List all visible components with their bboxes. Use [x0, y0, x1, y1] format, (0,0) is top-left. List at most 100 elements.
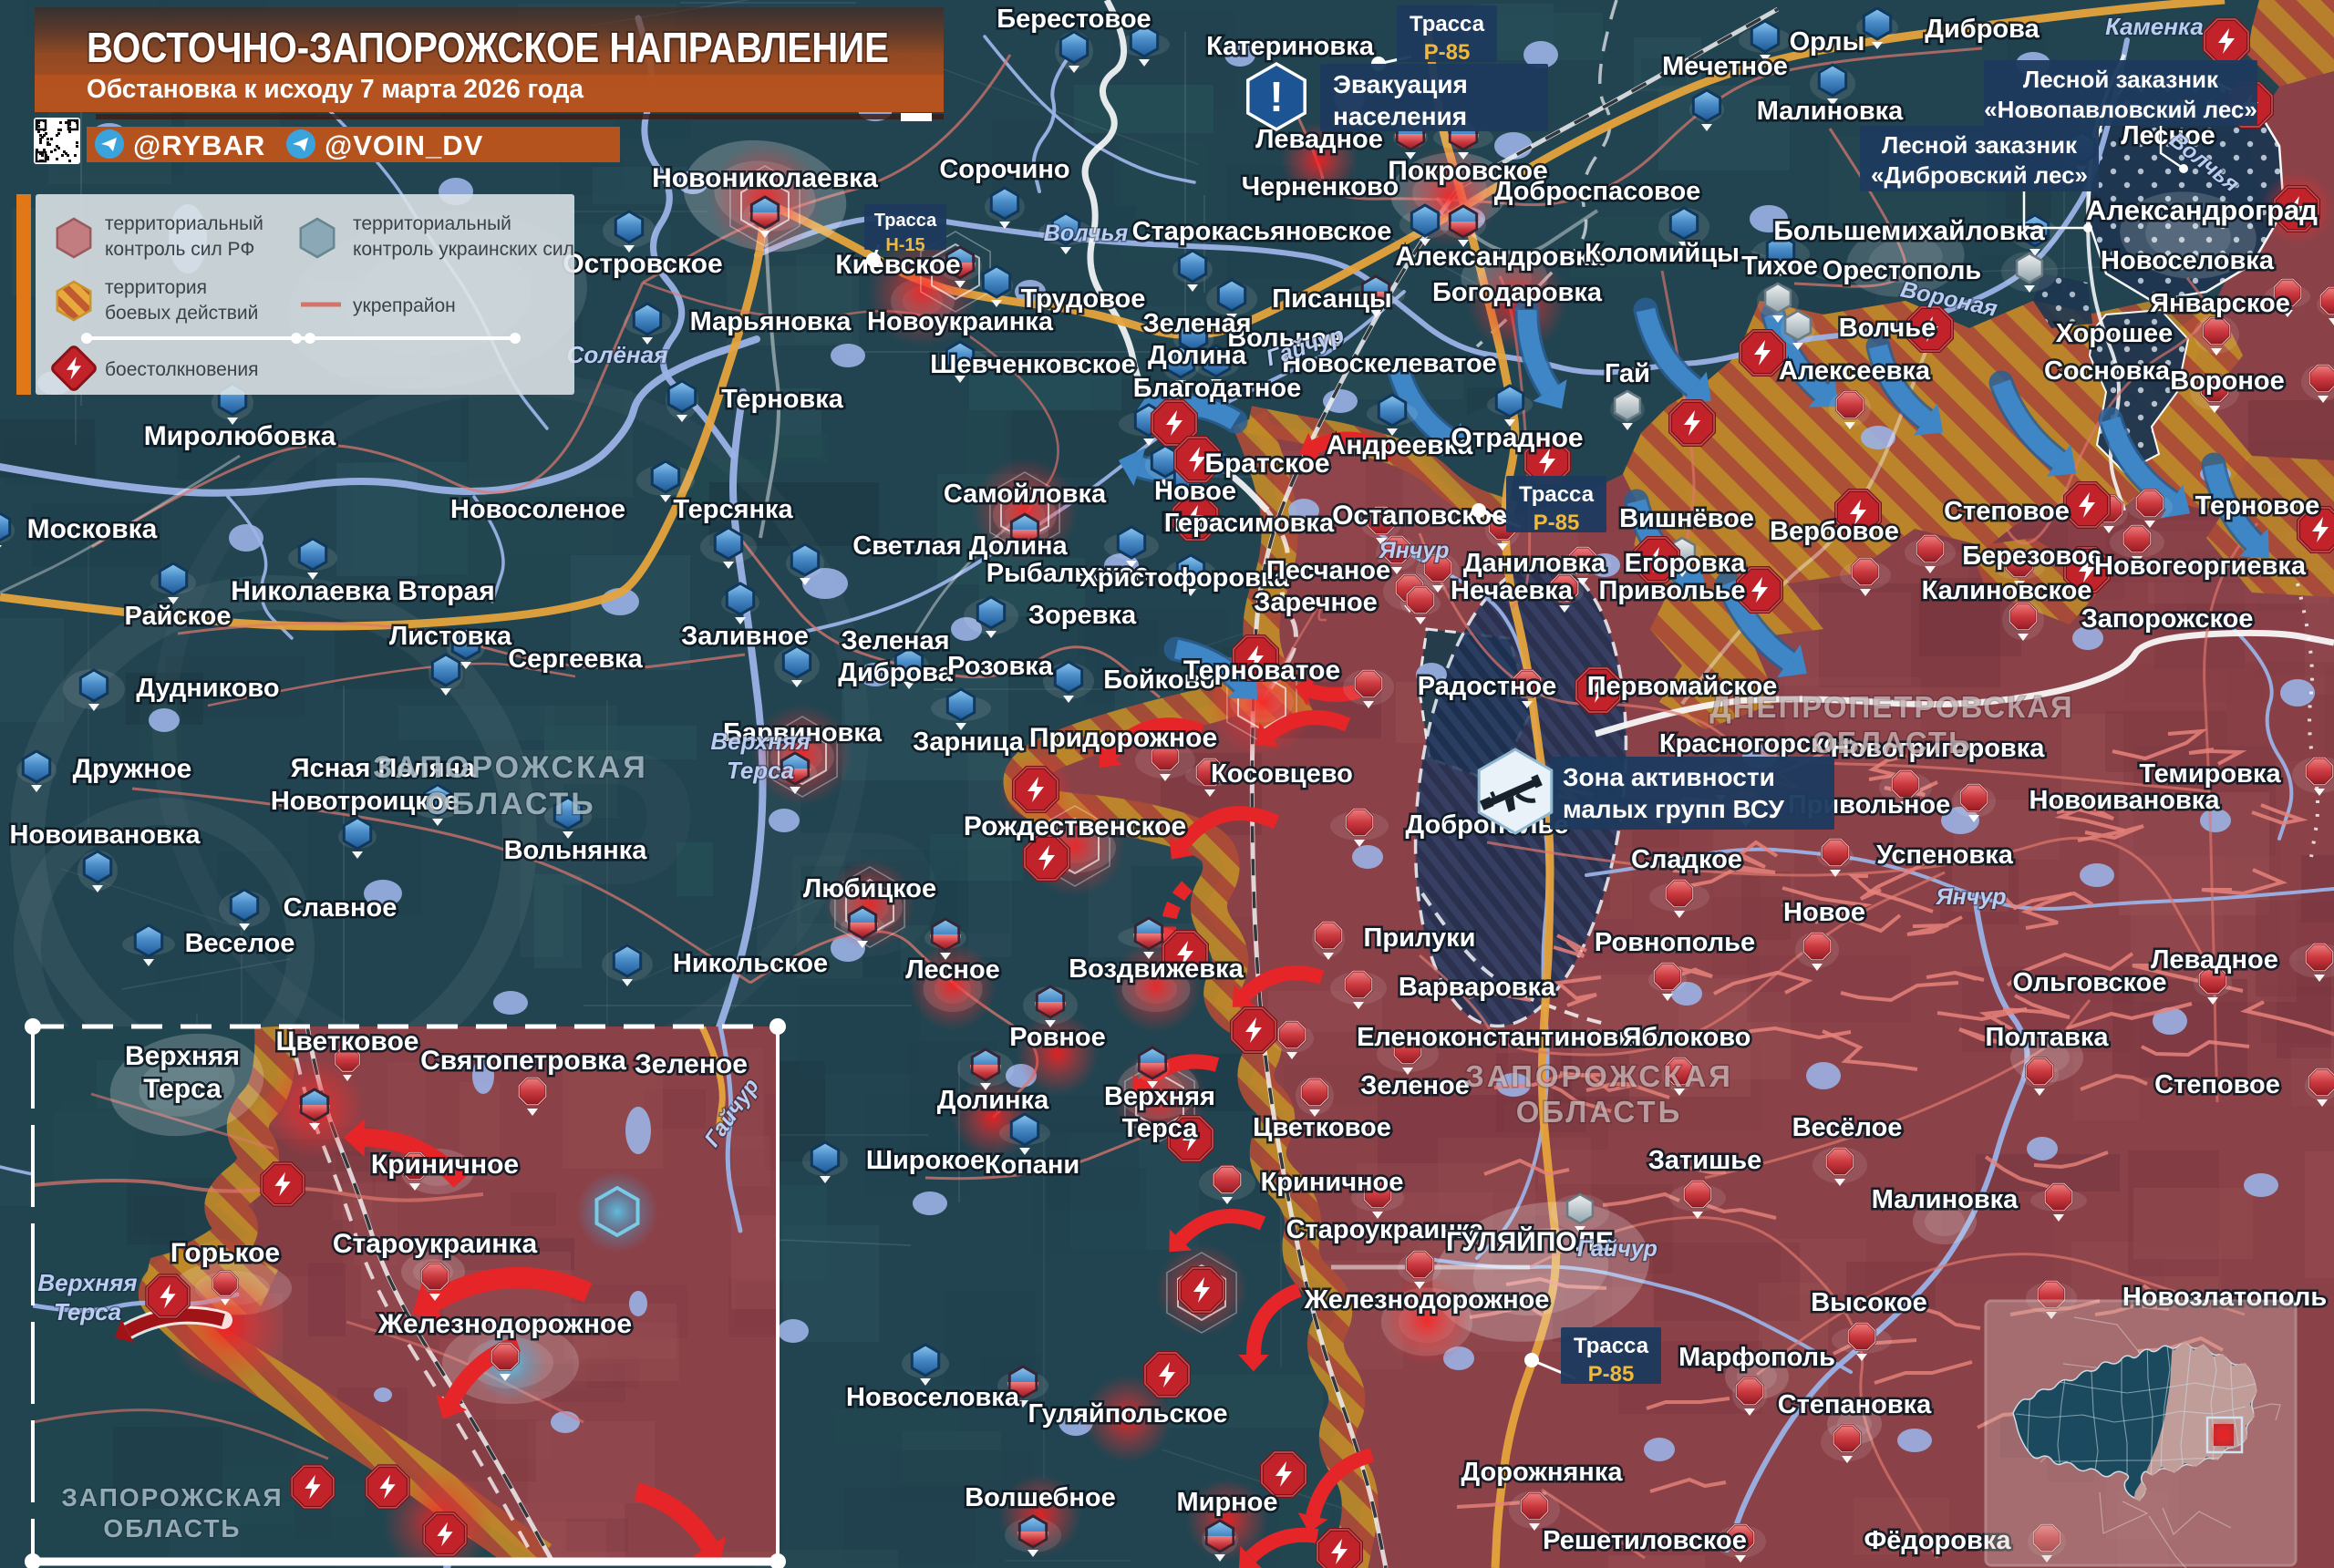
svg-text:Затишье: Затишье	[1648, 1146, 1761, 1175]
svg-text:Доброспасовое: Доброспасовое	[1494, 177, 1701, 206]
svg-text:Гуляйпольское: Гуляйпольское	[1028, 1399, 1227, 1429]
svg-text:Веселое: Веселое	[185, 929, 295, 958]
svg-text:Новое: Новое	[1783, 898, 1865, 927]
svg-text:Весёлое: Весёлое	[1792, 1113, 1903, 1142]
svg-text:Алексеевка: Алексеевка	[1779, 356, 1931, 386]
svg-text:Егоровка: Егоровка	[1625, 549, 1747, 578]
svg-text:территориальный: территориальный	[105, 213, 263, 234]
svg-text:Широкое: Широкое	[866, 1146, 985, 1175]
svg-text:@VOIN_DV: @VOIN_DV	[325, 129, 483, 161]
svg-text:Орлы: Орлы	[1790, 27, 1865, 57]
svg-text:Волчья: Волчья	[1044, 221, 1129, 246]
svg-text:Терсянка: Терсянка	[673, 495, 793, 524]
svg-text:ОБЛАСТЬ: ОБЛАСТЬ	[1516, 1095, 1683, 1129]
svg-text:Янчур: Янчур	[1378, 538, 1449, 563]
svg-text:Александровка: Александровка	[1395, 242, 1605, 272]
svg-text:Сергеевка: Сергеевка	[508, 645, 643, 674]
svg-text:Рождественское: Рождественское	[964, 811, 1186, 841]
svg-text:Староукраинка: Староукраинка	[333, 1229, 538, 1259]
svg-text:территория: территория	[105, 277, 207, 298]
svg-text:Темировка: Темировка	[2139, 759, 2281, 789]
svg-text:Коломийцы: Коломийцы	[1585, 239, 1740, 268]
svg-text:Шевченковское: Шевченковское	[930, 350, 1136, 379]
svg-text:Копани: Копани	[985, 1150, 1079, 1180]
svg-text:Ольговское: Ольговское	[2012, 968, 2166, 997]
svg-text:Александроград: Александроград	[2086, 194, 2318, 226]
svg-text:Диброва: Диброва	[838, 658, 953, 687]
svg-text:Вольнянка: Вольнянка	[504, 836, 648, 865]
svg-text:Березовое: Березовое	[1962, 542, 2102, 571]
svg-text:Островское: Островское	[563, 249, 722, 279]
svg-text:Новоивановка: Новоивановка	[10, 820, 201, 850]
svg-text:Терноватое: Терноватое	[1183, 655, 1340, 686]
svg-text:Марфополь: Марфополь	[1678, 1343, 1835, 1372]
svg-text:Самойловка: Самойловка	[944, 480, 1107, 509]
svg-text:Диброва: Диброва	[1925, 15, 2040, 44]
svg-text:Верхняя: Верхняя	[125, 1041, 240, 1071]
svg-text:Радостное: Радостное	[1418, 672, 1557, 701]
svg-text:ЗАПОРОЖСКАЯ: ЗАПОРОЖСКАЯ	[373, 750, 648, 785]
svg-text:Зоревка: Зоревка	[1028, 601, 1137, 630]
svg-text:Ровное: Ровное	[1009, 1023, 1106, 1052]
svg-text:Успеновка: Успеновка	[1876, 841, 2014, 870]
svg-text:Тихое: Тихое	[1741, 252, 1818, 281]
svg-text:Богодаровка: Богодаровка	[1432, 278, 1603, 307]
svg-text:Калиновское: Калиновское	[1922, 576, 2092, 605]
svg-text:Новоселовка: Новоселовка	[846, 1383, 1020, 1412]
svg-text:@RYBAR: @RYBAR	[133, 129, 265, 161]
svg-text:Мечетное: Мечетное	[1662, 52, 1788, 81]
svg-text:Большемихайловка: Большемихайловка	[1773, 216, 2045, 246]
svg-text:Райское: Райское	[124, 602, 231, 631]
svg-text:Вишнёвое: Вишнёвое	[1619, 504, 1754, 533]
svg-text:Братское: Братское	[1204, 449, 1329, 479]
svg-text:Сорочино: Сорочино	[939, 155, 1069, 184]
svg-text:«Новопавловский лес»: «Новопавловский лес»	[1984, 96, 2257, 123]
svg-text:Миролюбовка: Миролюбовка	[144, 421, 336, 451]
svg-text:Вербовое: Вербовое	[1770, 517, 1899, 546]
svg-text:ДНЕПРОПЕТРОВСКАЯ: ДНЕПРОПЕТРОВСКАЯ	[1709, 690, 2074, 724]
svg-text:Сладкое: Сладкое	[1631, 845, 1742, 874]
svg-text:Волчье: Волчье	[1839, 314, 1936, 343]
svg-text:Трасса: Трасса	[874, 211, 937, 231]
svg-text:Мирное: Мирное	[1176, 1488, 1277, 1517]
svg-text:Лесной заказник: Лесной заказник	[1882, 131, 2078, 159]
svg-text:Хорошее: Хорошее	[2056, 319, 2174, 348]
svg-text:Трасса: Трасса	[1574, 1334, 1649, 1358]
svg-text:Николаевка Вторая: Николаевка Вторая	[231, 576, 495, 606]
svg-text:Р-85: Р-85	[1424, 40, 1471, 65]
svg-text:населения: населения	[1333, 102, 1467, 130]
svg-text:Каменка: Каменка	[2105, 13, 2204, 40]
svg-text:ОБЛАСТЬ: ОБЛАСТЬ	[425, 787, 596, 821]
svg-text:Новоукраинка: Новоукраинка	[867, 307, 1054, 336]
svg-text:Долинка: Долинка	[937, 1086, 1049, 1115]
svg-text:ОБЛАСТЬ: ОБЛАСТЬ	[1812, 726, 1972, 759]
svg-text:ЗАПОРОЖСКАЯ: ЗАПОРОЖСКАЯ	[1465, 1059, 1733, 1093]
svg-text:Марьяновка: Марьяновка	[690, 307, 852, 336]
svg-text:Писанцы: Писанцы	[1272, 284, 1391, 314]
svg-text:Любицкое: Любицкое	[803, 874, 936, 903]
svg-text:Варваровка: Варваровка	[1399, 973, 1556, 1002]
svg-text:Берестовое: Берестовое	[997, 5, 1151, 34]
svg-text:«Дибровский лес»: «Дибровский лес»	[1871, 161, 2088, 189]
svg-text:Волшебное: Волшебное	[965, 1483, 1116, 1512]
svg-text:Дорожнянка: Дорожнянка	[1461, 1458, 1624, 1487]
svg-text:Заречное: Заречное	[1254, 588, 1378, 617]
svg-text:Никольское: Никольское	[673, 949, 828, 978]
svg-text:Январское: Январское	[2150, 289, 2290, 318]
svg-text:территориальный: территориальный	[353, 213, 511, 234]
svg-text:Катериновка: Катериновка	[1206, 32, 1375, 61]
svg-text:Степовое: Степовое	[1944, 497, 2070, 526]
svg-text:Зеленая: Зеленая	[841, 626, 949, 655]
svg-text:боестолкновения: боестолкновения	[105, 359, 259, 380]
svg-text:Эвакуация: Эвакуация	[1333, 70, 1468, 98]
svg-text:Верхняя: Верхняя	[1104, 1082, 1215, 1111]
svg-text:Новоселовка: Новоселовка	[2101, 246, 2275, 275]
svg-text:укрепрайон: укрепрайон	[353, 295, 456, 316]
svg-text:Железнодорожное: Железнодорожное	[377, 1309, 632, 1339]
svg-text:Зеленая: Зеленая	[1142, 309, 1251, 338]
svg-text:Старокасьяновское: Старокасьяновское	[1132, 217, 1392, 246]
svg-text:Яблоково: Яблоково	[1623, 1023, 1751, 1052]
svg-text:контроль сил РФ: контроль сил РФ	[105, 239, 254, 260]
svg-text:Цветковое: Цветковое	[276, 1026, 419, 1057]
svg-text:Зона активности: Зона активности	[1563, 763, 1775, 791]
